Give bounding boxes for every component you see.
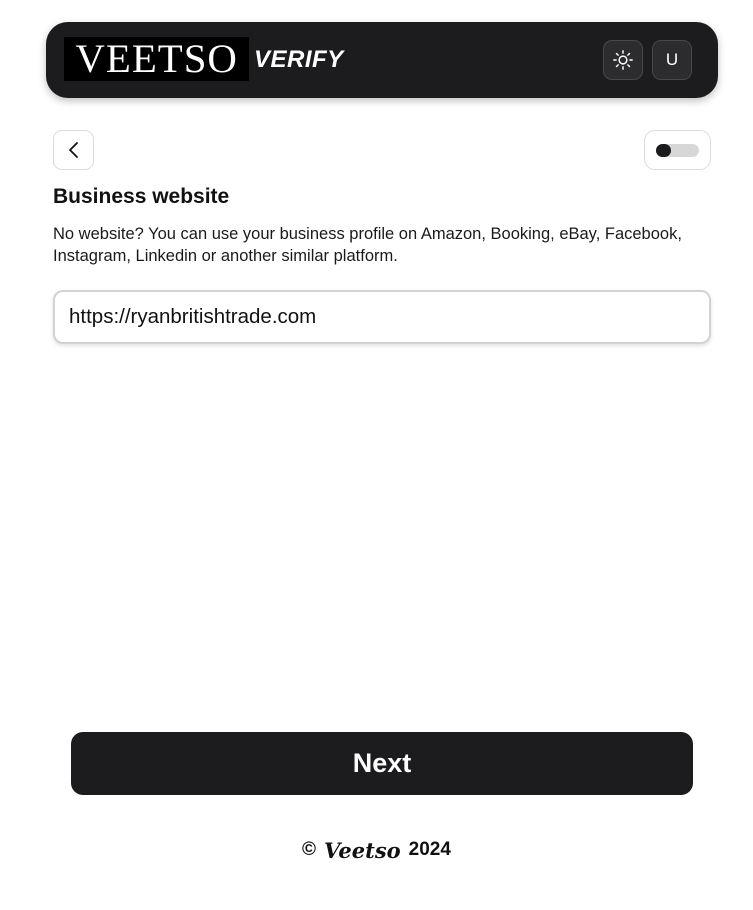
user-initial: U [665, 50, 679, 69]
footer: © Veetso 2024 [0, 835, 753, 865]
logo-text: VEETSO [75, 36, 238, 81]
website-input[interactable] [53, 290, 711, 344]
next-button[interactable]: Next [71, 732, 693, 795]
sun-icon [613, 50, 633, 70]
page-description: No website? You can use your business pr… [53, 225, 682, 265]
toggle-knob [656, 144, 671, 157]
veetso-logo[interactable]: VEETSO [64, 37, 249, 81]
verification-page: VEETSO VERIFY U Business website No webs… [0, 0, 753, 910]
mode-toggle[interactable] [644, 130, 711, 170]
chevron-left-icon [68, 142, 78, 158]
user-menu-button[interactable]: U [652, 40, 692, 80]
back-button[interactable] [53, 130, 94, 170]
footer-brand: Veetso [324, 837, 401, 863]
verify-label: VERIFY [254, 46, 344, 73]
page-title: Business website [53, 185, 230, 208]
footer-year: 2024 [408, 839, 451, 860]
top-header: VEETSO VERIFY U [46, 22, 718, 98]
copyright-symbol: © [302, 839, 317, 860]
theme-toggle-button[interactable] [603, 40, 643, 80]
toggle-track [656, 144, 699, 157]
